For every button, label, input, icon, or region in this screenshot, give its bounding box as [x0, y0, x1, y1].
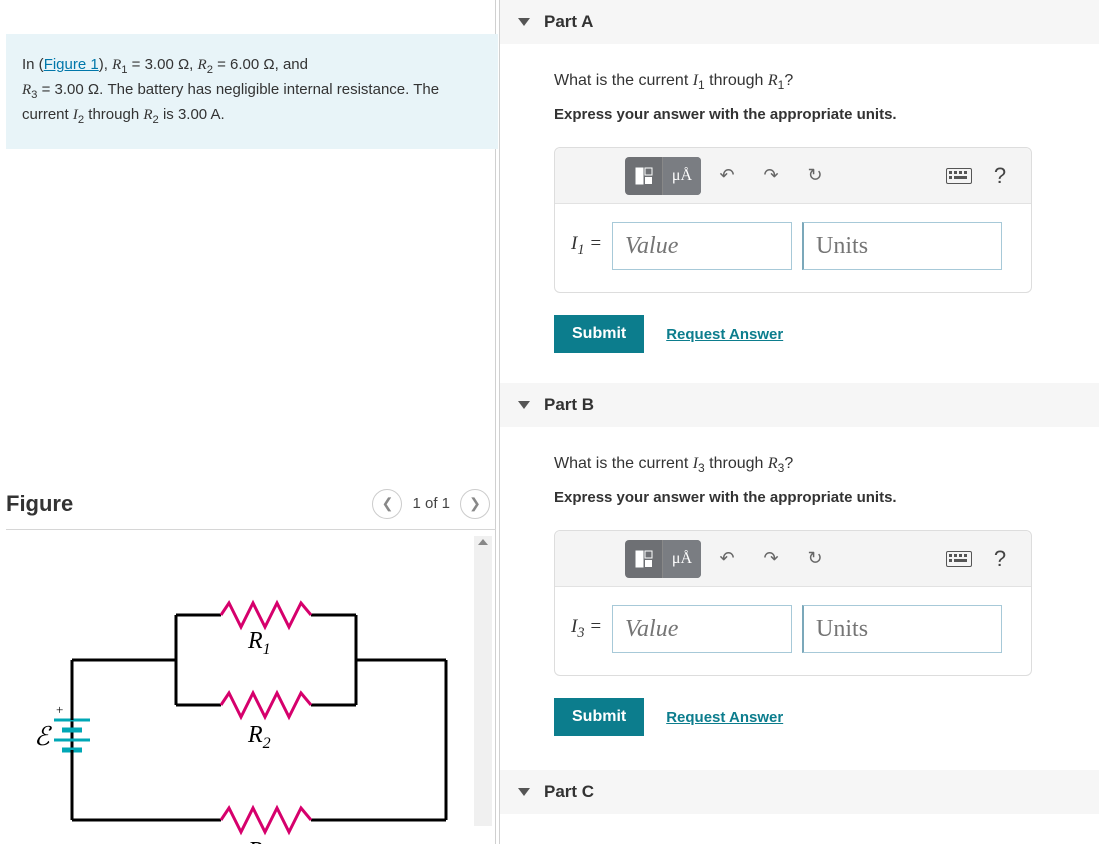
part-b-question: What is the current I3 through R3?: [554, 455, 1079, 475]
part-a-units-input[interactable]: [802, 222, 1002, 270]
undo-button[interactable]: ↶: [707, 540, 747, 578]
figure-canvas: + ℰ R1 R2 R3: [6, 530, 496, 830]
undo-button[interactable]: ↶: [707, 157, 747, 195]
keyboard-button[interactable]: [939, 157, 979, 195]
help-button[interactable]: ?: [983, 163, 1017, 189]
part-a-answer-box: μÅ ↶ ↷ ↻ ? I1 =: [554, 147, 1032, 293]
part-b-instruction: Express your answer with the appropriate…: [554, 489, 1079, 506]
svg-text:R2: R2: [247, 722, 271, 752]
part-b-units-input[interactable]: [802, 605, 1002, 653]
part-b-header[interactable]: Part B: [500, 383, 1099, 427]
svg-text:+: +: [56, 702, 63, 717]
keyboard-button[interactable]: [939, 540, 979, 578]
part-a-value-input[interactable]: [612, 222, 792, 270]
redo-button[interactable]: ↷: [751, 157, 791, 195]
reset-button[interactable]: ↻: [795, 157, 835, 195]
circuit-diagram: + ℰ R1 R2 R3: [26, 570, 466, 844]
part-a-question: What is the current I1 through R1?: [554, 72, 1079, 92]
templates-button[interactable]: μÅ: [625, 157, 701, 195]
figure-link[interactable]: Figure 1: [44, 56, 99, 73]
keyboard-icon: [946, 168, 972, 184]
part-a-submit-button[interactable]: Submit: [554, 315, 644, 353]
help-button[interactable]: ?: [983, 546, 1017, 572]
figure-prev-button[interactable]: ❮: [372, 489, 402, 519]
part-b-answer-box: μÅ ↶ ↷ ↻ ? I3 =: [554, 530, 1032, 676]
reset-button[interactable]: ↻: [795, 540, 835, 578]
keyboard-icon: [946, 551, 972, 567]
part-a-var-label: I1 =: [571, 233, 602, 259]
svg-text:R3: R3: [247, 838, 271, 844]
figure-next-button[interactable]: ❯: [460, 489, 490, 519]
part-a-instruction: Express your answer with the appropriate…: [554, 106, 1079, 123]
part-b-submit-button[interactable]: Submit: [554, 698, 644, 736]
part-c-header[interactable]: Part C: [500, 770, 1099, 814]
svg-text:ℰ: ℰ: [34, 722, 52, 751]
part-b-value-input[interactable]: [612, 605, 792, 653]
problem-statement: In (Figure 1), R1 = 3.00 Ω, R2 = 6.00 Ω,…: [6, 34, 498, 149]
svg-text:R1: R1: [247, 628, 271, 658]
figure-scrollbar[interactable]: [474, 536, 492, 826]
part-a-header[interactable]: Part A: [500, 0, 1099, 44]
part-a-request-answer-link[interactable]: Request Answer: [666, 326, 783, 343]
templates-button[interactable]: μÅ: [625, 540, 701, 578]
collapse-icon: [518, 788, 530, 796]
figure-title: Figure: [6, 491, 73, 517]
part-b-var-label: I3 =: [571, 616, 602, 642]
figure-page-label: 1 of 1: [412, 495, 450, 512]
part-b-request-answer-link[interactable]: Request Answer: [666, 709, 783, 726]
redo-button[interactable]: ↷: [751, 540, 791, 578]
collapse-icon: [518, 18, 530, 26]
collapse-icon: [518, 401, 530, 409]
